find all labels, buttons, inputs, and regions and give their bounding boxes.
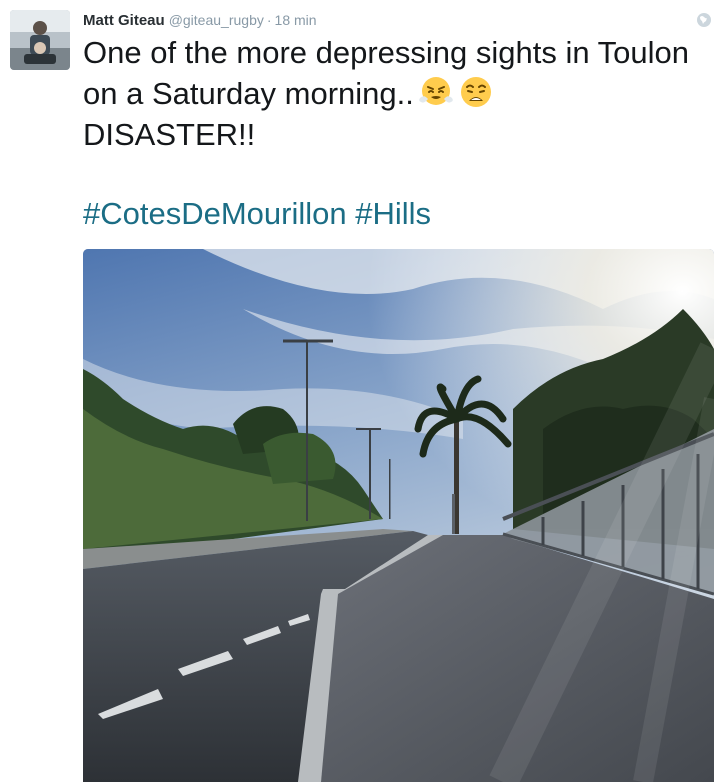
author-handle[interactable]: @giteau_rugby xyxy=(169,12,264,28)
separator: · xyxy=(266,12,272,28)
hashtag-hills[interactable]: #Hills xyxy=(355,196,431,231)
tweet-text-line: One of the more depressing sights in Tou… xyxy=(83,35,690,111)
weary-face-icon xyxy=(458,74,494,110)
hashtag-row: #CotesDeMourillon #Hills xyxy=(83,193,431,234)
hashtag-cotes-de-mourillon[interactable]: #CotesDeMourillon xyxy=(83,196,347,231)
globe-icon[interactable] xyxy=(696,12,712,28)
tweet-text: One of the more depressing sights in Tou… xyxy=(83,32,693,155)
face-with-steam-icon xyxy=(418,74,454,110)
timestamp[interactable]: 18 min xyxy=(275,12,317,28)
tweet-text-tail: DISASTER!! xyxy=(83,117,256,152)
avatar[interactable] xyxy=(10,10,70,70)
tweet-photo[interactable] xyxy=(83,249,714,782)
tweet-header: Matt Giteau @giteau_rugby · 18 min xyxy=(83,10,317,31)
tweet: Matt Giteau @giteau_rugby · 18 min One of t… xyxy=(0,0,720,782)
author-name[interactable]: Matt Giteau xyxy=(83,12,165,29)
